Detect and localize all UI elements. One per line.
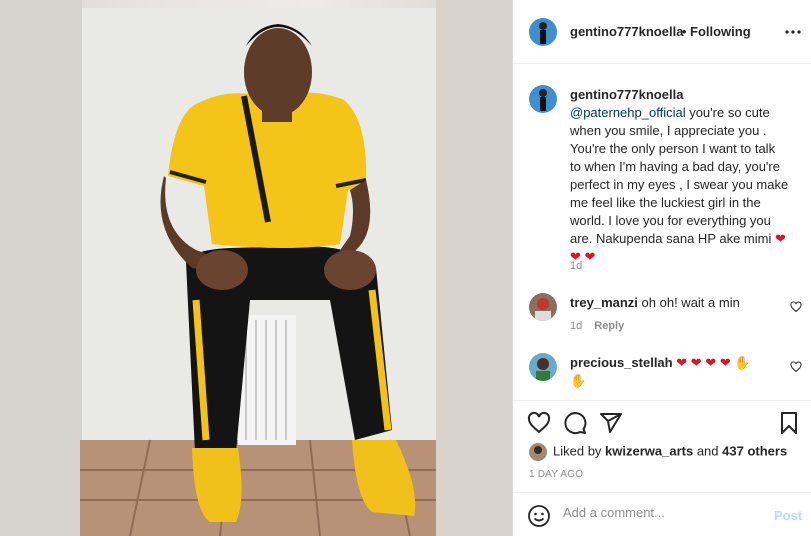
heart-emoji: ❤	[676, 355, 688, 370]
comment-heart-icon[interactable]	[790, 301, 802, 313]
liker-avatar[interactable]	[529, 443, 547, 461]
comment-username[interactable]: precious_stellah	[570, 355, 673, 370]
author-avatar[interactable]	[529, 18, 557, 46]
comment-body: oh oh! wait a min	[641, 295, 740, 310]
commenter-avatar[interactable]	[529, 353, 557, 381]
caption-line-8: are. Nakupenda sana HP ake mimi	[570, 231, 772, 246]
comment-time[interactable]: 1d	[570, 320, 582, 332]
more-icon[interactable]	[784, 25, 802, 39]
caption-author-avatar-image	[529, 85, 557, 113]
post-photo-illustration	[0, 0, 512, 536]
caption-line-6: me feel like the luckiest girl in the	[570, 195, 761, 210]
comment-meta: 1d Reply	[570, 320, 624, 332]
heart-emoji: ❤	[775, 231, 786, 246]
comment-heart-icon[interactable]	[790, 361, 802, 373]
comment-username[interactable]: trey_manzi	[570, 295, 638, 310]
separator-dot: •	[682, 24, 687, 39]
raised-hands-emoji: ✋	[570, 373, 587, 388]
heart-emoji: ❤	[584, 249, 596, 264]
post-caption: gentino777knoella @paternehp_official yo…	[570, 86, 802, 266]
caption-time[interactable]: 1d	[570, 260, 582, 272]
caption-mention[interactable]: @paternehp_official	[570, 105, 686, 120]
commenter-avatar-image	[529, 293, 557, 321]
comment-item: precious_stellah ❤ ❤ ❤ ❤ ✋ ✋	[529, 353, 802, 393]
commenter-avatar[interactable]	[529, 293, 557, 321]
post-photo[interactable]	[0, 0, 512, 536]
comment-text: trey_manzi oh oh! wait a min	[570, 294, 770, 312]
author-username[interactable]: gentino777knoella	[570, 24, 683, 39]
caption-line-1: you're so cute	[685, 105, 770, 120]
comment-text: precious_stellah ❤ ❤ ❤ ❤ ✋ ✋	[570, 354, 770, 390]
likes-count[interactable]: 437 others	[722, 443, 787, 458]
likes-and: and	[693, 443, 723, 459]
action-bar	[513, 400, 811, 440]
caption-author-avatar[interactable]	[529, 85, 557, 113]
likes-summary: Liked by kwizerwa_arts and 437 others	[529, 443, 787, 461]
following-button[interactable]: Following	[690, 24, 751, 39]
comment-input[interactable]	[563, 505, 763, 520]
caption-username[interactable]: gentino777knoella	[570, 87, 683, 102]
emoji-icon[interactable]	[527, 504, 551, 528]
post-comment-button[interactable]: Post	[774, 508, 802, 523]
author-avatar-image	[529, 18, 557, 46]
caption-line-2: when you smile, I appreciate you .	[570, 123, 767, 138]
heart-emoji: ❤	[690, 355, 702, 370]
post-date[interactable]: 1 DAY AGO	[529, 469, 583, 480]
comment-icon[interactable]	[563, 411, 587, 435]
reply-button[interactable]: Reply	[594, 320, 624, 332]
heart-emoji: ❤	[719, 355, 731, 370]
post-sidebar: gentino777knoella • Following gentino777…	[512, 0, 811, 536]
caption-line-7: world. I love you for everything you	[570, 213, 771, 228]
raised-hands-emoji: ✋	[734, 355, 751, 370]
comment-item: trey_manzi oh oh! wait a min 1d Reply	[529, 293, 802, 338]
share-icon[interactable]	[599, 411, 623, 435]
heart-emoji: ❤	[705, 355, 717, 370]
liker-username[interactable]: kwizerwa_arts	[605, 443, 693, 458]
liker-avatar-image	[529, 443, 547, 461]
caption-line-4: to when I'm having a bad day, you're	[570, 159, 780, 174]
add-comment-bar: Post	[513, 492, 811, 536]
bookmark-icon[interactable]	[777, 411, 801, 435]
caption-line-3: You're the only person I want to talk	[570, 141, 776, 156]
likes-prefix: Liked by	[553, 443, 606, 459]
heart-icon[interactable]	[527, 411, 551, 435]
post-header: gentino777knoella • Following	[513, 0, 811, 64]
commenter-avatar-image	[529, 353, 557, 381]
caption-line-5: perfect in my eyes , I swear you make	[570, 177, 789, 192]
